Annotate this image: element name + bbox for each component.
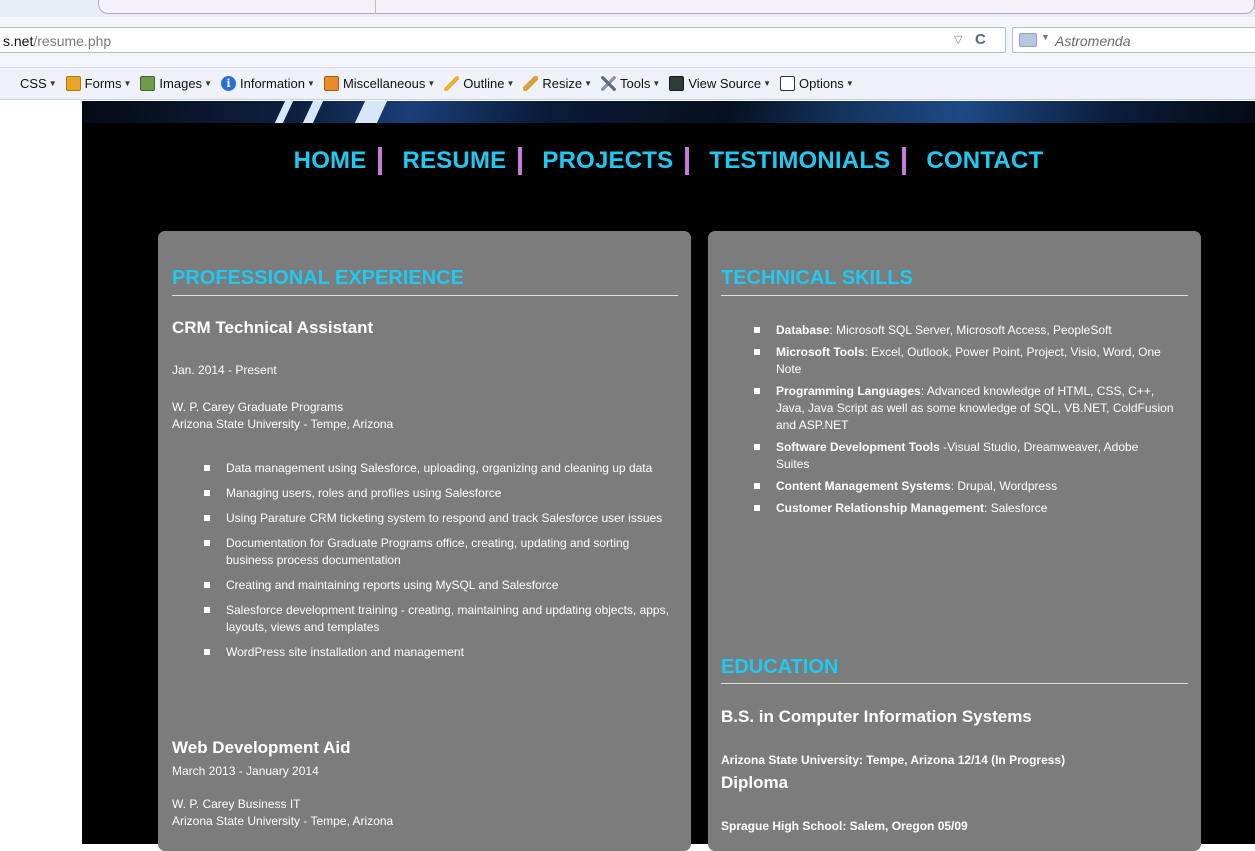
search-engine-icon[interactable] (1019, 33, 1037, 47)
experience-panel: PROFESSIONAL EXPERIENCE CRM Technical As… (158, 231, 691, 851)
nav-resume[interactable]: RESUME (402, 147, 506, 175)
dropdown-arrow-icon: ▼ (652, 79, 661, 88)
list-item: Data management using Salesforce, upload… (204, 460, 674, 477)
main-nav: HOME RESUME PROJECTS TESTIMONIALS CONTAC… (82, 144, 1255, 178)
view-source-icon (669, 76, 685, 91)
tools-icon (601, 76, 617, 91)
dropdown-arrow-icon: ▼ (204, 79, 212, 88)
dropdown-arrow-icon: ▼ (307, 79, 315, 88)
list-item: Managing users, roles and profiles using… (204, 485, 674, 502)
experience-heading: PROFESSIONAL EXPERIENCE (172, 267, 464, 289)
navigation-bar: s.net/resume.php ▽ C ▼ Astromenda (0, 17, 1255, 68)
job-duties-list: Data management using Salesforce, upload… (204, 460, 674, 669)
options-icon (780, 76, 795, 91)
address-bar[interactable]: s.net/resume.php ▽ C (0, 27, 1006, 53)
dropdown-arrow-icon: ▼ (845, 79, 854, 88)
dropdown-arrow-icon: ▼ (427, 79, 436, 88)
job-dates: March 2013 - January 2014 (172, 764, 319, 778)
dropdown-arrow-icon: ▼ (123, 79, 132, 88)
toolbar-information[interactable]: i Information ▼ (220, 76, 315, 91)
job-title: CRM Technical Assistant (172, 318, 374, 337)
job-location: Arizona State University - Tempe, Arizon… (172, 417, 394, 431)
list-item: Software Development Tools -Visual Studi… (754, 439, 1174, 473)
images-icon (140, 76, 156, 91)
active-tab[interactable] (98, 0, 1255, 14)
education-heading: EDUCATION (721, 656, 839, 678)
tab-strip (0, 0, 1255, 17)
search-bar[interactable]: ▼ Astromenda (1012, 27, 1255, 53)
history-dropdown-icon[interactable]: ▽ (954, 33, 962, 46)
list-item: Documentation for Graduate Programs offi… (204, 535, 674, 569)
job-title: Web Development Aid (172, 738, 351, 757)
search-engine-dropdown-icon[interactable]: ▼ (1041, 32, 1050, 42)
nav-separator (378, 147, 383, 175)
information-icon: i (220, 76, 236, 91)
nav-separator (518, 147, 523, 175)
high-school-name: Sprague High School: Salem, Oregon 05/09 (721, 819, 968, 833)
toolbar-resize[interactable]: Resize ▼ (523, 76, 592, 91)
url-path: /resume.php (33, 33, 112, 49)
nav-projects[interactable]: PROJECTS (542, 147, 673, 175)
toolbar-forms[interactable]: Forms ▼ (65, 76, 132, 91)
school-name: Arizona State University: Tempe, Arizona… (721, 753, 1066, 767)
toolbar-css[interactable]: CSS ▼ (20, 76, 57, 91)
list-item: Using Parature CRM ticketing system to r… (204, 510, 674, 527)
heading-rule (172, 295, 678, 296)
dropdown-arrow-icon: ▼ (48, 79, 57, 88)
list-item: Programming Languages: Advanced knowledg… (754, 383, 1174, 434)
list-item: Content Management Systems: Drupal, Word… (754, 478, 1174, 495)
toolbar-options[interactable]: Options ▼ (780, 76, 854, 91)
dropdown-arrow-icon: ▼ (763, 79, 771, 88)
job-dates: Jan. 2014 - Present (172, 363, 277, 377)
nav-contact[interactable]: CONTACT (926, 147, 1043, 175)
nav-testimonials[interactable]: TESTIMONIALS (709, 147, 890, 175)
page-content: HOME RESUME PROJECTS TESTIMONIALS CONTAC… (82, 101, 1255, 851)
url-host: s.net (3, 33, 34, 49)
outline-icon (444, 76, 460, 91)
toolbar-images[interactable]: Images ▼ (140, 76, 212, 91)
nav-home[interactable]: HOME (294, 147, 367, 175)
list-item: Creating and maintaining reports using M… (204, 577, 674, 594)
list-item: Customer Relationship Management: Salesf… (754, 500, 1174, 517)
nav-separator (902, 147, 907, 175)
banner-light-streak (274, 101, 294, 123)
miscellaneous-icon (323, 76, 339, 91)
heading-rule (721, 295, 1188, 296)
list-item: Salesforce development training - creati… (204, 602, 674, 636)
url-text[interactable]: s.net/resume.php (3, 33, 111, 49)
toolbar-outline[interactable]: Outline ▼ (444, 76, 514, 91)
banner-light-streak (302, 101, 324, 123)
skills-education-panel: TECHNICAL SKILLS Database: Microsoft SQL… (708, 231, 1201, 851)
banner-light-streak (354, 101, 388, 123)
heading-rule (721, 683, 1188, 684)
job-location: Arizona State University - Tempe, Arizon… (172, 814, 394, 828)
skills-list: Database: Microsoft SQL Server, Microsof… (754, 322, 1174, 522)
job-organization: W. P. Carey Graduate Programs (172, 400, 344, 414)
list-item: Microsoft Tools: Excel, Outlook, Power P… (754, 344, 1174, 378)
dropdown-arrow-icon: ▼ (584, 79, 593, 88)
nav-separator (685, 147, 690, 175)
reload-icon[interactable]: C (975, 31, 986, 48)
search-input[interactable]: Astromenda (1055, 33, 1130, 49)
diploma-title: Diploma (721, 773, 789, 792)
web-developer-toolbar: CSS ▼ Forms ▼ Images ▼ i Information ▼ Miscel… (0, 68, 1255, 100)
toolbar-tools[interactable]: Tools ▼ (601, 76, 660, 91)
header-banner (82, 101, 1255, 123)
list-item: Database: Microsoft SQL Server, Microsof… (754, 322, 1174, 339)
forms-icon (65, 76, 81, 91)
toolbar-view-source[interactable]: View Source ▼ (669, 76, 771, 91)
degree-title: B.S. in Computer Information Systems (721, 707, 1032, 726)
dropdown-arrow-icon: ▼ (506, 79, 515, 88)
resize-icon (523, 76, 539, 91)
list-item: WordPress site installation and manageme… (204, 644, 674, 661)
skills-heading: TECHNICAL SKILLS (721, 267, 913, 289)
tab-separator (375, 0, 376, 14)
toolbar-miscellaneous[interactable]: Miscellaneous ▼ (323, 76, 436, 91)
job-organization: W. P. Carey Business IT (172, 797, 301, 811)
